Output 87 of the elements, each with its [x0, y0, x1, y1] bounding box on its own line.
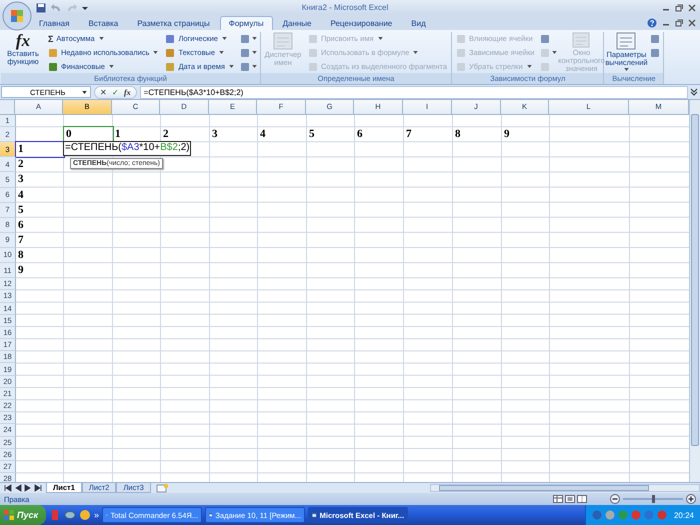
caret-icon — [526, 65, 532, 68]
expand-icon[interactable] — [690, 87, 698, 97]
table-cell-text: 9 — [503, 127, 510, 142]
ribbon-icon-button[interactable] — [649, 46, 662, 58]
ribbon-icon-button[interactable] — [238, 46, 258, 58]
formula-input[interactable]: =СТЕПЕНЬ($A3*10+B$2;2) — [140, 86, 688, 98]
ribbon-tab[interactable]: Разметка страницы — [128, 16, 219, 30]
horizontal-scrollbar[interactable] — [430, 484, 700, 492]
ribbon-icon-button[interactable] — [238, 32, 258, 44]
caret-icon — [252, 37, 257, 40]
square-icon — [650, 34, 660, 44]
window-icon — [312, 510, 317, 520]
ribbon-tab[interactable]: Формулы — [220, 16, 273, 30]
restore-icon[interactable] — [675, 18, 683, 26]
caret-icon — [413, 51, 418, 54]
enter-button[interactable]: ✓ — [112, 88, 119, 96]
customize-caret-icon[interactable] — [82, 4, 88, 10]
table-cell-text: 8 — [454, 127, 462, 142]
table-cell-text: 4 — [259, 127, 266, 142]
square-icon — [540, 62, 550, 72]
caret-icon — [252, 51, 257, 54]
table-cell-text: 3 — [17, 172, 24, 188]
caret-icon — [218, 51, 224, 54]
page-layout-icon[interactable] — [565, 495, 575, 503]
window-title: Книга2 - Microsoft Excel — [300, 3, 390, 12]
ribbon-tab[interactable]: Вставка — [79, 16, 128, 30]
table-cell-text: 4 — [17, 188, 24, 203]
close-icon[interactable] — [688, 18, 696, 26]
document-icon — [571, 32, 592, 48]
square-icon — [540, 48, 550, 58]
help-icon[interactable] — [647, 18, 657, 28]
sheet-nav-icon[interactable] — [34, 484, 42, 492]
square-icon — [540, 34, 550, 44]
insert-sheet-icon[interactable] — [154, 483, 169, 493]
zoom-slider[interactable] — [652, 495, 654, 503]
caret-icon — [153, 51, 158, 54]
clock: 20:24 — [674, 510, 694, 520]
caret-icon — [108, 65, 114, 68]
square-icon — [240, 48, 250, 58]
page-break-icon[interactable] — [577, 495, 587, 503]
ribbon-tab[interactable]: Главная — [30, 16, 78, 30]
caret-icon — [252, 65, 257, 68]
insert-function-button[interactable]: fx — [124, 88, 131, 96]
app-icon[interactable] — [64, 509, 76, 521]
table-cell-text: 3 — [211, 127, 218, 142]
close-icon[interactable] — [688, 4, 696, 12]
table-cell-text: 1 — [114, 127, 122, 142]
table-cell-text: 6 — [17, 218, 24, 233]
more-button[interactable]: » — [94, 510, 100, 520]
square-icon — [240, 62, 250, 72]
caret-icon — [228, 65, 234, 68]
caret-icon — [222, 37, 227, 40]
square-icon — [650, 48, 660, 58]
table-cell-text: 2 — [162, 127, 170, 142]
ribbon-tab[interactable]: Вид — [402, 16, 435, 30]
caret-icon — [82, 90, 87, 94]
square-icon — [240, 34, 250, 44]
table-cell-text: 9 — [17, 263, 24, 278]
zoom-in-icon[interactable] — [686, 494, 696, 504]
caret-icon — [552, 51, 558, 54]
table-cell-text: 5 — [17, 202, 24, 218]
table-cell-text: 5 — [308, 127, 316, 142]
globe-icon[interactable] — [79, 509, 92, 521]
table-cell-text: 6 — [356, 127, 364, 142]
table-cell-text: 7 — [17, 232, 24, 248]
cancel-button[interactable]: ✕ — [100, 88, 107, 96]
cell-editor[interactable]: =СТЕПЕНЬ($A3*10+B$2;2) — [63, 141, 191, 156]
sheet-nav-icon[interactable] — [4, 484, 12, 492]
ribbon-tab[interactable]: Рецензирование — [321, 16, 402, 30]
caret-icon — [624, 68, 630, 71]
windows-flag-icon — [4, 510, 14, 520]
table-cell-text: 7 — [405, 127, 412, 142]
ribbon-tab[interactable]: Данные — [274, 16, 320, 30]
zoom-out-icon[interactable] — [610, 494, 620, 504]
vertical-scrollbar[interactable] — [689, 100, 700, 482]
save-icon[interactable] — [36, 2, 46, 12]
restore-icon[interactable] — [675, 4, 683, 12]
table-cell-text: 8 — [17, 248, 24, 263]
caret-icon — [98, 37, 104, 40]
document-icon — [616, 32, 636, 50]
caret-icon — [378, 37, 383, 40]
normal-view-icon[interactable] — [553, 495, 563, 503]
start-button[interactable]: Пуск — [0, 505, 46, 525]
document-icon — [272, 32, 293, 50]
ribbon-icon-button[interactable] — [649, 32, 662, 44]
table-cell-text: 2 — [17, 157, 24, 172]
ribbon-icon-button[interactable] — [238, 60, 258, 72]
